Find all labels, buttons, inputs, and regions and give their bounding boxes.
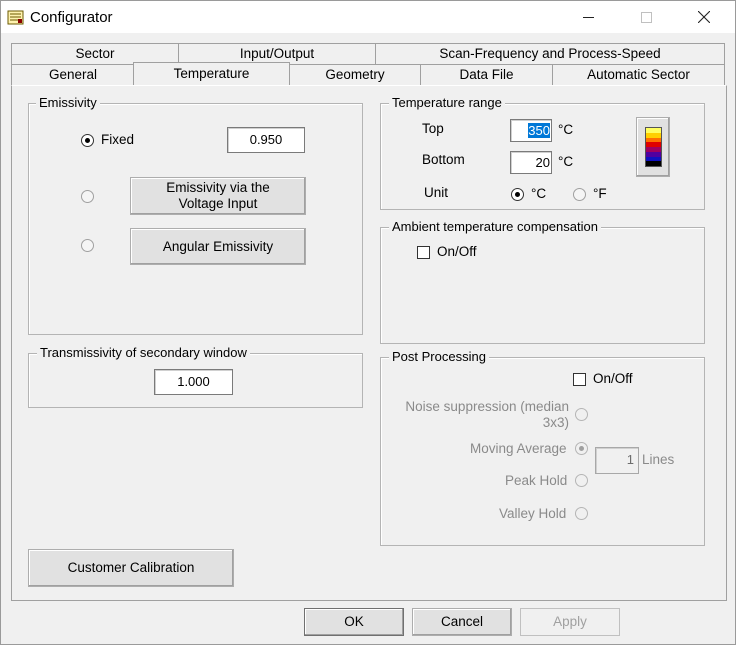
peak-hold-label: Peak Hold xyxy=(505,473,568,488)
bottom-unit-label: °C xyxy=(558,154,574,169)
top-temperature-value: 350 xyxy=(528,123,550,138)
ambient-onoff-label: On/Off xyxy=(437,244,477,259)
top-unit-label: °C xyxy=(558,122,574,137)
top-label: Top xyxy=(422,121,444,136)
valley-hold-label: Valley Hold xyxy=(499,506,567,521)
ambient-compensation-group: Ambient temperature compensation xyxy=(380,219,705,344)
moving-average-label: Moving Average xyxy=(470,441,567,456)
maximize-icon xyxy=(640,11,652,23)
temperature-range-group-label: Temperature range xyxy=(389,95,505,110)
emissivity-voltage-button-label: Emissivity via the Voltage Input xyxy=(166,180,270,211)
bottom-temperature-input[interactable]: 20 xyxy=(510,151,552,174)
emissivity-voltage-button[interactable]: Emissivity via the Voltage Input xyxy=(130,177,306,215)
emissivity-fixed-radio[interactable] xyxy=(81,134,94,147)
transmissivity-input[interactable]: 1.000 xyxy=(154,369,233,395)
peak-hold-radio[interactable] xyxy=(575,474,588,487)
moving-average-radio[interactable] xyxy=(575,442,588,455)
emissivity-fixed-input[interactable]: 0.950 xyxy=(227,127,305,153)
noise-suppression-label: Noise suppression (median 3x3) xyxy=(405,399,569,430)
angular-emissivity-button[interactable]: Angular Emissivity xyxy=(130,228,306,265)
post-processing-group-label: Post Processing xyxy=(389,349,489,364)
tab-automatic-sector[interactable]: Automatic Sector xyxy=(552,64,725,86)
unit-celsius-label: °C xyxy=(531,186,547,201)
ambient-onoff-checkbox[interactable] xyxy=(417,246,430,259)
ambient-compensation-group-label: Ambient temperature compensation xyxy=(389,219,601,234)
emissivity-group-label: Emissivity xyxy=(36,95,100,110)
ok-button[interactable]: OK xyxy=(304,608,404,636)
emissivity-angular-radio[interactable] xyxy=(81,239,94,252)
noise-suppression-radio[interactable] xyxy=(575,408,588,421)
minimize-button[interactable] xyxy=(565,1,611,33)
cancel-button[interactable]: Cancel xyxy=(412,608,512,636)
top-temperature-input[interactable]: 350 xyxy=(510,119,552,142)
unit-label: Unit xyxy=(424,185,449,200)
unit-fahrenheit-label: °F xyxy=(593,186,607,201)
configurator-window: Configurator Sector Input/Output Scan-Fr… xyxy=(0,0,736,645)
color-palette-button[interactable] xyxy=(636,117,670,177)
moving-average-unit-label: Lines xyxy=(642,452,675,467)
maximize-button[interactable] xyxy=(623,1,669,33)
transmissivity-group-label: Transmissivity of secondary window xyxy=(37,345,250,360)
moving-average-lines-input[interactable]: 1 xyxy=(595,447,639,474)
minimize-icon xyxy=(582,16,594,18)
post-processing-onoff-checkbox[interactable] xyxy=(573,373,586,386)
unit-celsius-radio[interactable] xyxy=(511,188,524,201)
palette-swatch xyxy=(645,161,661,166)
apply-button[interactable]: Apply xyxy=(520,608,620,636)
color-palette-icon xyxy=(644,127,662,167)
bottom-label: Bottom xyxy=(422,152,465,167)
app-icon xyxy=(7,10,24,25)
tab-scan-frequency[interactable]: Scan-Frequency and Process-Speed xyxy=(375,43,725,65)
unit-fahrenheit-radio[interactable] xyxy=(573,188,586,201)
close-button[interactable] xyxy=(681,1,727,33)
tab-temperature[interactable]: Temperature xyxy=(133,62,290,85)
valley-hold-radio[interactable] xyxy=(575,507,588,520)
tab-geometry[interactable]: Geometry xyxy=(289,64,421,86)
close-icon xyxy=(698,11,710,23)
emissivity-voltage-radio[interactable] xyxy=(81,190,94,203)
customer-calibration-button[interactable]: Customer Calibration xyxy=(28,549,234,587)
post-processing-onoff-label: On/Off xyxy=(593,371,633,386)
window-title: Configurator xyxy=(30,9,113,26)
emissivity-fixed-label: Fixed xyxy=(101,132,135,147)
tab-data-file[interactable]: Data File xyxy=(420,64,553,86)
emissivity-group: Emissivity xyxy=(28,95,363,335)
title-bar[interactable]: Configurator xyxy=(1,1,735,33)
tab-general[interactable]: General xyxy=(11,64,135,86)
